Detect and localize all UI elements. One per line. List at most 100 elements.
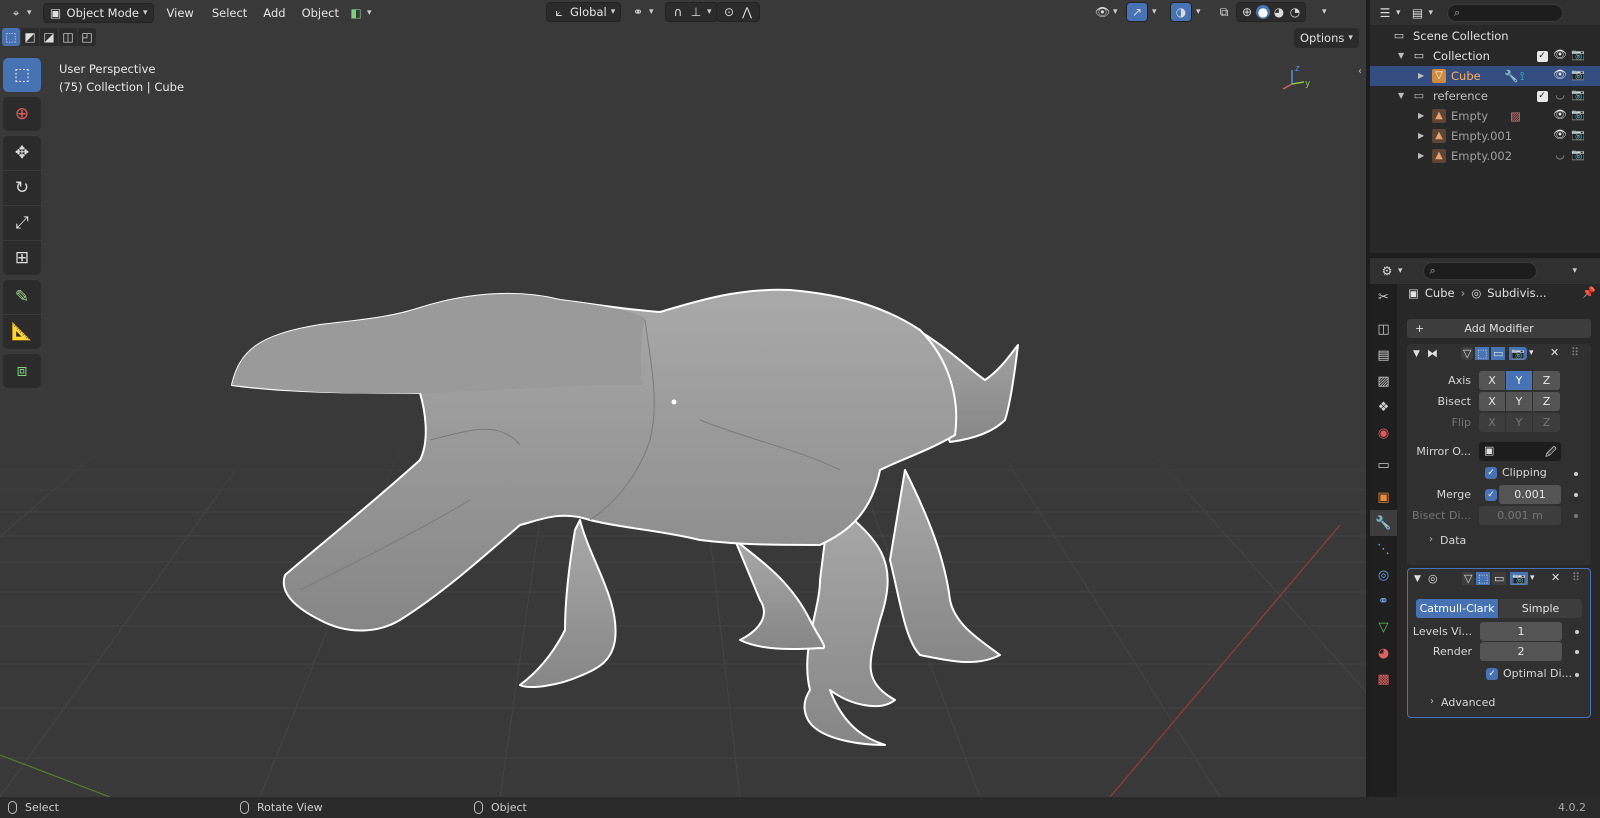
merge-distance-field[interactable]: 0.001 <box>1499 485 1561 504</box>
camera-icon[interactable]: 📷 <box>1571 68 1585 81</box>
select-subtract-icon[interactable]: ◪ <box>40 28 58 46</box>
expand-icon[interactable]: ▶ <box>1418 131 1424 140</box>
sidebar-toggle-icon[interactable]: ‹ <box>1358 66 1362 77</box>
keyframe-dot[interactable] <box>1575 673 1579 677</box>
3d-viewport[interactable]: ⌖ ▾ ▣ Object Mode ▾ View Select Add Object … <box>0 0 1366 797</box>
display-mode-dropdown[interactable]: ▤ ▾ <box>1409 3 1436 23</box>
bisect-y-toggle[interactable]: Y <box>1506 392 1532 411</box>
flip-y-toggle[interactable]: Y <box>1506 413 1532 432</box>
gizmo-toggle[interactable]: ↗ <box>1126 2 1148 22</box>
tab-collection[interactable]: ▭ <box>1370 452 1397 478</box>
keyframe-dot[interactable] <box>1574 514 1578 518</box>
select-extend-icon[interactable]: ◩ <box>21 28 39 46</box>
render-levels-field[interactable]: 2 <box>1480 642 1562 661</box>
flip-z-toggle[interactable]: Z <box>1533 413 1560 432</box>
collapse-icon[interactable]: ▼ <box>1398 91 1404 100</box>
tab-data[interactable]: ▽ <box>1370 614 1397 640</box>
outliner-row-scene-collection[interactable]: ▭ Scene Collection <box>1370 26 1600 46</box>
cursor-tool[interactable]: ⊕ <box>3 97 41 131</box>
collapse-icon[interactable]: ▼ <box>1398 51 1404 60</box>
exclude-checkbox[interactable]: ✓ <box>1535 48 1549 62</box>
chevron-down-icon[interactable]: ▾ <box>1529 348 1534 358</box>
keyframe-dot[interactable] <box>1574 472 1578 476</box>
expand-icon[interactable]: ▶ <box>1418 151 1424 160</box>
pivot-point-button[interactable]: ⚭ ▾ <box>626 2 659 22</box>
header-menu-icon[interactable]: ▾ <box>1573 266 1578 276</box>
chevron-right-icon[interactable]: › <box>1429 534 1433 545</box>
rendered-shading-icon[interactable]: ◔ <box>1288 5 1302 19</box>
collapse-icon[interactable]: ▼ <box>1413 349 1420 359</box>
outliner-row-collection[interactable]: ▼ ▭ Collection ✓ 👁 📷 <box>1370 46 1600 66</box>
measure-tool[interactable]: 📐 <box>3 315 41 349</box>
tab-render[interactable]: ◫ <box>1370 316 1397 342</box>
tab-physics[interactable]: ◎ <box>1370 562 1397 588</box>
eye-icon[interactable]: 👁 <box>1553 128 1567 141</box>
camera-icon[interactable]: 📷 <box>1571 108 1585 121</box>
add-cube-tool[interactable]: ⧈ <box>3 354 41 388</box>
annotate-tool[interactable]: ✎ <box>3 280 41 314</box>
options-dropdown[interactable]: Options ▾ <box>1294 28 1359 48</box>
chevron-down-icon[interactable]: ▾ <box>1530 573 1535 583</box>
transform-orientation-dropdown[interactable]: ⟀ Global ▾ <box>546 2 622 22</box>
tab-object[interactable]: ▣ <box>1370 484 1397 510</box>
tab-particles[interactable]: ⋱ <box>1370 536 1397 562</box>
select-invert-icon[interactable]: ◫ <box>59 28 77 46</box>
menu-view[interactable]: View <box>162 3 199 23</box>
outliner-row-empty[interactable]: ▶ ▲ Empty ▨ 👁 📷 <box>1370 106 1600 126</box>
eye-closed-icon[interactable]: ◡ <box>1553 88 1567 101</box>
simple-toggle[interactable]: Simple <box>1499 599 1582 618</box>
bisect-distance-field[interactable]: 0.001 m <box>1479 506 1561 525</box>
viewport-toggle[interactable]: ▭ <box>1492 572 1507 585</box>
cage-toggle[interactable]: ⬚ <box>1475 347 1490 360</box>
catmull-clark-toggle[interactable]: Catmull-Clark <box>1416 599 1498 618</box>
visibility-button[interactable]: 👁 ▾ <box>1090 2 1123 22</box>
exclude-checkbox[interactable]: ✓ <box>1535 88 1549 102</box>
viewport-toggle[interactable]: ▭ <box>1491 347 1506 360</box>
expand-icon[interactable]: ▶ <box>1418 111 1424 120</box>
mesh-data-icon[interactable]: ⟟ <box>1520 69 1524 84</box>
data-subpanel[interactable]: Data <box>1440 534 1466 547</box>
keyframe-dot[interactable] <box>1575 630 1579 634</box>
close-icon[interactable]: ✕ <box>1550 346 1559 359</box>
add-modifier-button[interactable]: + Add Modifier <box>1407 319 1591 338</box>
drag-handle-icon[interactable]: ⠿ <box>1572 571 1580 584</box>
edit-mode-toggle[interactable]: ▽ <box>1462 572 1475 585</box>
advanced-subpanel[interactable]: Advanced <box>1441 696 1495 709</box>
optimal-display-checkbox[interactable]: ✓ <box>1486 668 1498 680</box>
outliner-search-input[interactable]: ⌕ <box>1447 3 1564 22</box>
rotate-tool[interactable]: ↻ <box>3 171 41 205</box>
pin-icon[interactable]: 📌 <box>1582 286 1596 299</box>
cube-object-mesh[interactable] <box>0 0 1366 797</box>
outliner-row-cube[interactable]: ▶ ▽ Cube 🔧 ⟟ 👁 📷 <box>1370 66 1600 86</box>
tab-scene[interactable]: ❖ <box>1370 394 1397 420</box>
axis-x-toggle[interactable]: X <box>1479 371 1505 390</box>
menu-add[interactable]: Add <box>258 3 290 23</box>
mirror-object-field[interactable]: ▣ 🖉 <box>1479 442 1561 461</box>
menu-select[interactable]: Select <box>207 3 252 23</box>
image-data-icon[interactable]: ▨ <box>1510 109 1521 123</box>
drag-handle-icon[interactable]: ⠿ <box>1571 346 1579 359</box>
keyframe-dot[interactable] <box>1575 650 1579 654</box>
eye-icon[interactable]: 👁 <box>1553 48 1567 61</box>
select-intersect-icon[interactable]: ◰ <box>78 28 96 46</box>
cage-toggle[interactable]: ⬚ <box>1476 572 1491 585</box>
scale-tool[interactable]: ⤢ <box>3 206 41 240</box>
proportional-edit-toggle[interactable]: ⊙ ⋀ <box>716 2 760 22</box>
material-shading-icon[interactable]: ◕ <box>1272 5 1286 19</box>
outliner-row-empty-001[interactable]: ▶ ▲ Empty.001 👁 📷 <box>1370 126 1600 146</box>
gpencil-button[interactable]: ◧ ▾ <box>344 3 377 23</box>
levels-viewport-field[interactable]: 1 <box>1480 622 1562 641</box>
mode-dropdown[interactable]: ▣ Object Mode ▾ <box>42 2 154 23</box>
editor-type-button[interactable]: ⌖ ▾ <box>4 3 37 23</box>
properties-editor-type[interactable]: ⚙ ▾ <box>1378 261 1405 281</box>
camera-icon[interactable]: 📷 <box>1571 88 1585 101</box>
axis-y-toggle[interactable]: Y <box>1506 371 1532 390</box>
eye-icon[interactable]: 👁 <box>1553 68 1567 81</box>
tab-view-layer[interactable]: ▨ <box>1370 368 1397 394</box>
outliner-editor-type[interactable]: ☰ ▾ <box>1376 3 1403 23</box>
flip-x-toggle[interactable]: X <box>1479 413 1505 432</box>
tab-texture[interactable]: ▩ <box>1370 666 1397 692</box>
select-new-icon[interactable]: ⬚ <box>2 28 20 46</box>
render-toggle[interactable]: 📷 <box>1509 347 1527 360</box>
collapse-icon[interactable]: ▼ <box>1414 574 1421 584</box>
